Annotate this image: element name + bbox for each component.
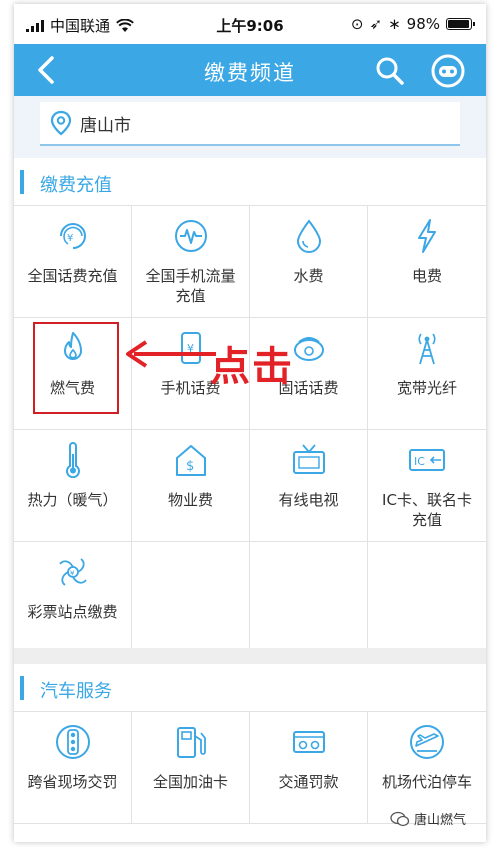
service-label: 热力（暖气） (27, 491, 118, 509)
lottery-icon: ¥ (59, 558, 87, 586)
svg-text:¥: ¥ (70, 570, 75, 578)
wechat-icon (390, 811, 410, 826)
svg-text:$: $ (186, 459, 194, 474)
service-phone-recharge[interactable]: ¥ 全国话费充值 (14, 206, 132, 318)
battery-percent: 98% (406, 15, 440, 33)
service-label: IC卡、联名卡充值 (382, 491, 472, 529)
property-house-icon: $ (176, 445, 206, 476)
status-bar: 中国联通 上午9:06 ⊙ ➶ ∗ 98% (14, 4, 486, 44)
service-property[interactable]: $ 物业费 (132, 430, 250, 542)
service-label: 交通罚款 (278, 773, 339, 791)
section-title: 缴费充值 (40, 175, 112, 196)
location-arrow-icon: ➶ (369, 15, 383, 33)
service-airport-parking[interactable]: 机场代泊停车 (368, 712, 486, 824)
phone-recharge-icon: ¥ (60, 223, 86, 249)
click-annotation: 点击 (210, 344, 294, 390)
airport-parking-icon (410, 725, 444, 759)
broadband-tower-icon (418, 333, 436, 365)
svg-text:IC: IC (414, 455, 425, 468)
service-label: 彩票站点缴费 (27, 603, 118, 621)
nav-bar: 缴费频道 (14, 44, 486, 96)
service-fuel-card[interactable]: 全国加油卡 (132, 712, 250, 824)
service-label: 全国手机流量充值 (145, 267, 236, 305)
lightning-icon (418, 219, 436, 253)
service-water[interactable]: 水费 (250, 206, 368, 318)
service-label: 机场代泊停车 (381, 773, 472, 791)
service-cross-province-fine[interactable]: 跨省现场交罚 (14, 712, 132, 824)
service-label: 电费 (411, 267, 442, 285)
svg-text:¥: ¥ (67, 233, 73, 244)
location-pin-icon (50, 110, 72, 136)
service-ic-card[interactable]: IC IC卡、联名卡充值 (368, 430, 486, 542)
service-label: 跨省现场交罚 (27, 773, 118, 791)
section-header-car: 汽车服务 (14, 664, 486, 712)
traffic-fine-icon (293, 731, 325, 753)
service-broadband[interactable]: 宽带光纤 (368, 318, 486, 430)
section-title: 汽车服务 (40, 681, 112, 702)
city-selector-area: 唐山市 (14, 96, 486, 158)
service-label: 宽带光纤 (396, 379, 457, 397)
section-header-payment: 缴费充值 (14, 158, 486, 206)
service-traffic-fine[interactable]: 交通罚款 (250, 712, 368, 824)
gas-fee-highlight-box (33, 322, 119, 414)
section-accent-bar (20, 676, 24, 700)
empty-cell (132, 542, 250, 654)
service-label: 有线电视 (278, 491, 339, 509)
service-label: 全国话费充值 (27, 267, 118, 285)
section-divider (14, 648, 486, 664)
city-selector[interactable]: 唐山市 (40, 102, 460, 146)
ic-card-icon: IC (409, 449, 445, 471)
fuel-pump-icon (177, 727, 206, 758)
page-title: 缴费频道 (204, 61, 296, 85)
payment-grid: ¥ 全国话费充值 全国手机流量充值 水费 电费 燃气费 ¥ 手机话费 固话话费 (14, 206, 486, 654)
landline-icon (294, 337, 324, 361)
service-label: 全国加油卡 (152, 773, 228, 791)
service-label: 物业费 (167, 491, 213, 509)
watermark: 唐山燃气 (390, 809, 466, 828)
battery-icon (446, 18, 475, 30)
bluetooth-icon: ∗ (388, 15, 401, 33)
service-data-flow[interactable]: 全国手机流量充值 (132, 206, 250, 318)
empty-cell (368, 542, 486, 654)
traffic-light-icon (56, 725, 90, 759)
data-flow-icon (175, 220, 207, 252)
thermometer-icon (66, 442, 80, 478)
service-heating[interactable]: 热力（暖气） (14, 430, 132, 542)
service-electricity[interactable]: 电费 (368, 206, 486, 318)
orientation-lock-icon: ⊙ (350, 15, 364, 33)
robot-icon[interactable] (430, 53, 466, 89)
empty-cell (250, 542, 368, 654)
status-right: ⊙ ➶ ∗ 98% (350, 15, 475, 33)
car-service-grid: 跨省现场交罚 全国加油卡 交通罚款 机场代泊停车 (14, 712, 486, 824)
service-lottery[interactable]: ¥ 彩票站点缴费 (14, 542, 132, 654)
service-label: 水费 (293, 267, 324, 285)
search-icon[interactable] (374, 55, 406, 87)
city-name: 唐山市 (80, 115, 131, 136)
phone-screen: 中国联通 上午9:06 ⊙ ➶ ∗ 98% 缴费频道 唐山市 缴费充值 ¥ 全国… (14, 4, 486, 842)
water-drop-icon (296, 219, 322, 253)
tv-icon (293, 444, 325, 474)
service-cable-tv[interactable]: 有线电视 (250, 430, 368, 542)
watermark-text: 唐山燃气 (413, 813, 466, 828)
arrow-left-icon (126, 340, 216, 368)
section-accent-bar (20, 170, 24, 194)
